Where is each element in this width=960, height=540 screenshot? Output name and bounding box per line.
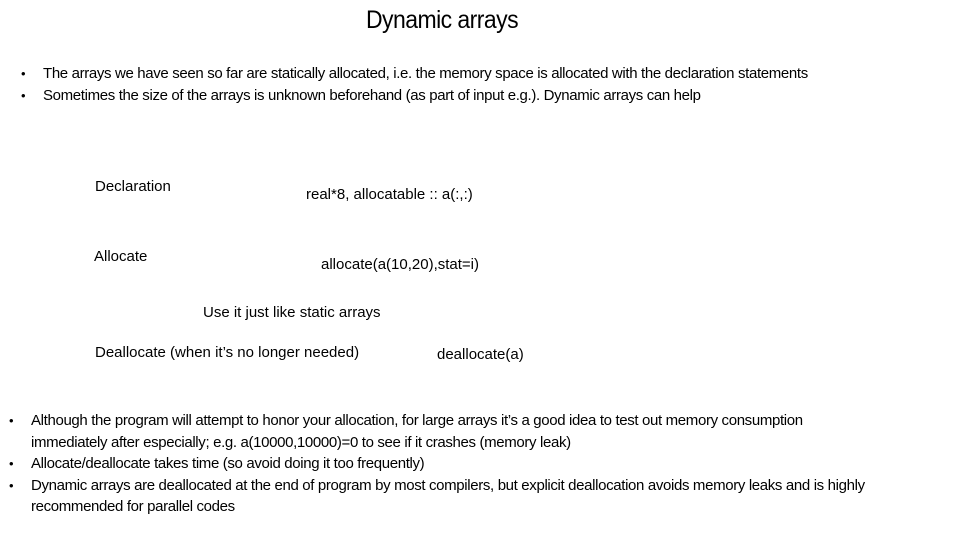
intro-bullet-list: • The arrays we have seen so far are sta… bbox=[21, 63, 873, 107]
use-note: Use it just like static arrays bbox=[203, 304, 381, 321]
deallocate-code: deallocate(a) bbox=[437, 346, 524, 363]
bullet-icon: • bbox=[21, 66, 26, 81]
declaration-label: Declaration bbox=[95, 178, 171, 195]
deallocate-label: Deallocate (when it’s no longer needed) bbox=[95, 344, 360, 361]
notes-bullet-text: Dynamic arrays are deallocated at the en… bbox=[31, 476, 865, 516]
notes-bullet-text: Although the program will attempt to hon… bbox=[31, 412, 803, 451]
intro-bullet-text: The arrays we have seen so far are stati… bbox=[43, 65, 808, 82]
declaration-code: real*8, allocatable :: a(:,:) bbox=[306, 186, 473, 203]
allocate-label: Allocate bbox=[94, 248, 148, 265]
notes-bullet: • Although the program will attempt to h… bbox=[9, 410, 851, 453]
intro-bullet: • The arrays we have seen so far are sta… bbox=[21, 63, 853, 85]
bullet-icon: • bbox=[9, 413, 14, 428]
notes-bullet: • Dynamic arrays are deallocated at the … bbox=[9, 475, 941, 518]
notes-bullet-text: Allocate/deallocate takes time (so avoid… bbox=[31, 455, 425, 472]
bullet-icon: • bbox=[9, 456, 14, 471]
notes-bullet-list: • Although the program will attempt to h… bbox=[9, 410, 951, 518]
bullet-icon: • bbox=[9, 477, 14, 493]
bullet-icon: • bbox=[21, 87, 26, 103]
slide-title: Dynamic arrays bbox=[365, 6, 519, 34]
allocate-code: allocate(a(10,20),stat=i) bbox=[321, 256, 479, 273]
intro-bullet-text: Sometimes the size of the arrays is unkn… bbox=[43, 86, 701, 104]
notes-bullet: • Allocate/deallocate takes time (so avo… bbox=[9, 453, 951, 475]
intro-bullet: • Sometimes the size of the arrays is un… bbox=[21, 85, 873, 107]
